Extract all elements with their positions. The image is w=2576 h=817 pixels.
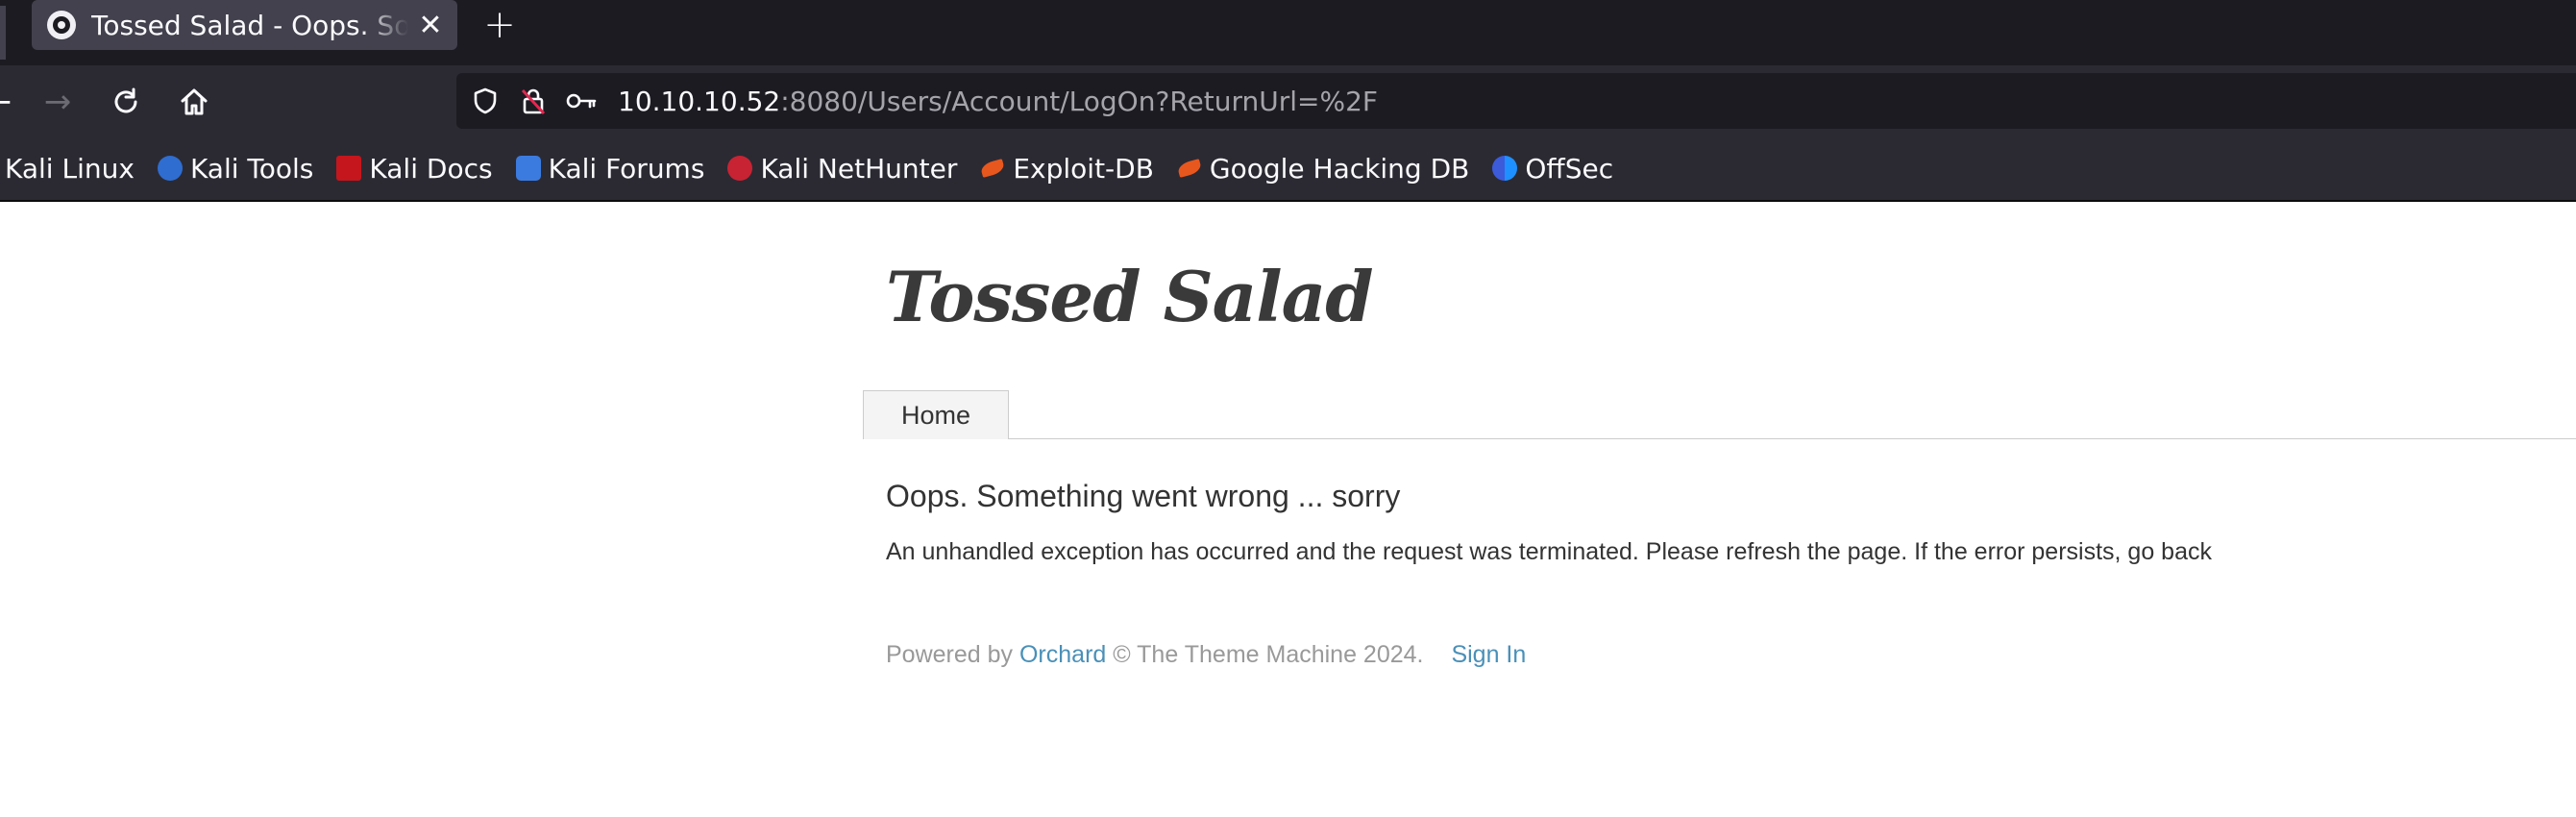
url-host: 10.10.10.52 xyxy=(618,85,781,117)
bookmark-label: Exploit-DB xyxy=(1013,152,1154,185)
bookmark-exploit-db[interactable]: Exploit-DB xyxy=(980,153,1154,185)
bookmarks-bar: Kali Linux Kali Tools Kali Docs Kali For… xyxy=(0,136,2576,202)
kali-docs-icon xyxy=(336,156,362,181)
kali-tools-icon xyxy=(157,156,183,181)
key-icon[interactable] xyxy=(562,82,601,120)
shield-icon[interactable] xyxy=(466,82,504,120)
google-hacking-db-icon xyxy=(1177,156,1202,181)
url-text[interactable]: 10.10.10.52:8080/Users/Account/LogOn?Ret… xyxy=(618,86,1378,117)
orchard-icon xyxy=(47,11,76,39)
url-path: :8080/Users/Account/LogOn?ReturnUrl=%2F xyxy=(780,85,1379,117)
tab-strip-edge xyxy=(0,6,6,60)
browser-tab[interactable]: Tossed Salad - Oops. Something went wron… xyxy=(32,0,457,50)
kali-nethunter-icon xyxy=(727,156,753,181)
offsec-icon xyxy=(1492,156,1518,181)
reload-button[interactable] xyxy=(103,79,149,125)
site-title[interactable]: Tossed Salad xyxy=(886,256,1374,337)
error-title: Oops. Something went wrong ... sorry xyxy=(886,479,1401,513)
bookmark-label: OffSec xyxy=(1525,152,1614,185)
orchard-link[interactable]: Orchard xyxy=(1019,641,1106,668)
close-tab-icon[interactable]: ✕ xyxy=(416,9,445,42)
main-menu: Home xyxy=(863,390,2576,439)
new-tab-button[interactable]: + xyxy=(480,4,519,46)
bookmark-kali-docs[interactable]: Kali Docs xyxy=(336,152,493,185)
bookmark-kali-nethunter[interactable]: Kali NetHunter xyxy=(727,153,957,185)
menu-item-home[interactable]: Home xyxy=(863,390,1009,439)
url-bar[interactable]: 10.10.10.52:8080/Users/Account/LogOn?Ret… xyxy=(456,73,2576,129)
bookmark-label: Kali Docs xyxy=(369,152,493,185)
bookmark-label: Kali Forums xyxy=(548,152,705,185)
error-message: An unhandled exception has occurred and … xyxy=(886,538,2212,565)
copyright-text: © The Theme Machine 2024. xyxy=(1113,641,1424,668)
kali-forums-icon xyxy=(515,156,541,181)
bookmark-offsec[interactable]: OffSec xyxy=(1492,153,1613,185)
sign-in-link[interactable]: Sign In xyxy=(1451,641,1526,668)
bookmark-google-hacking-db[interactable]: Google Hacking DB xyxy=(1177,153,1469,185)
bookmark-label: Kali Linux xyxy=(5,152,135,185)
tab-title: Tossed Salad - Oops. Something went wron… xyxy=(91,9,408,41)
back-button[interactable]: ← xyxy=(0,79,21,125)
bookmark-kali-linux[interactable]: Kali Linux xyxy=(5,153,135,185)
bookmark-label: Google Hacking DB xyxy=(1209,152,1470,185)
bookmark-kali-tools[interactable]: Kali Tools xyxy=(157,152,314,185)
page-content: Tossed Salad Home Oops. Something went w… xyxy=(0,202,2576,817)
home-icon xyxy=(181,88,208,115)
bookmark-label: Kali Tools xyxy=(189,152,314,185)
bookmark-kali-forums[interactable]: Kali Forums xyxy=(515,152,705,185)
navigation-toolbar: ← → 10.10.10.52:8080/Users/ xyxy=(0,65,2576,136)
reload-icon xyxy=(114,87,137,113)
tab-strip: Tossed Salad - Oops. Something went wron… xyxy=(0,0,2576,65)
insecure-lock-icon[interactable] xyxy=(514,82,552,120)
home-button[interactable] xyxy=(171,79,217,125)
powered-by-text: Powered by xyxy=(886,641,1014,668)
forward-button[interactable]: → xyxy=(35,79,81,125)
bookmark-label: Kali NetHunter xyxy=(760,152,958,185)
exploit-db-icon xyxy=(980,156,1005,181)
footer: Powered by Orchard © The Theme Machine 2… xyxy=(886,641,1526,669)
